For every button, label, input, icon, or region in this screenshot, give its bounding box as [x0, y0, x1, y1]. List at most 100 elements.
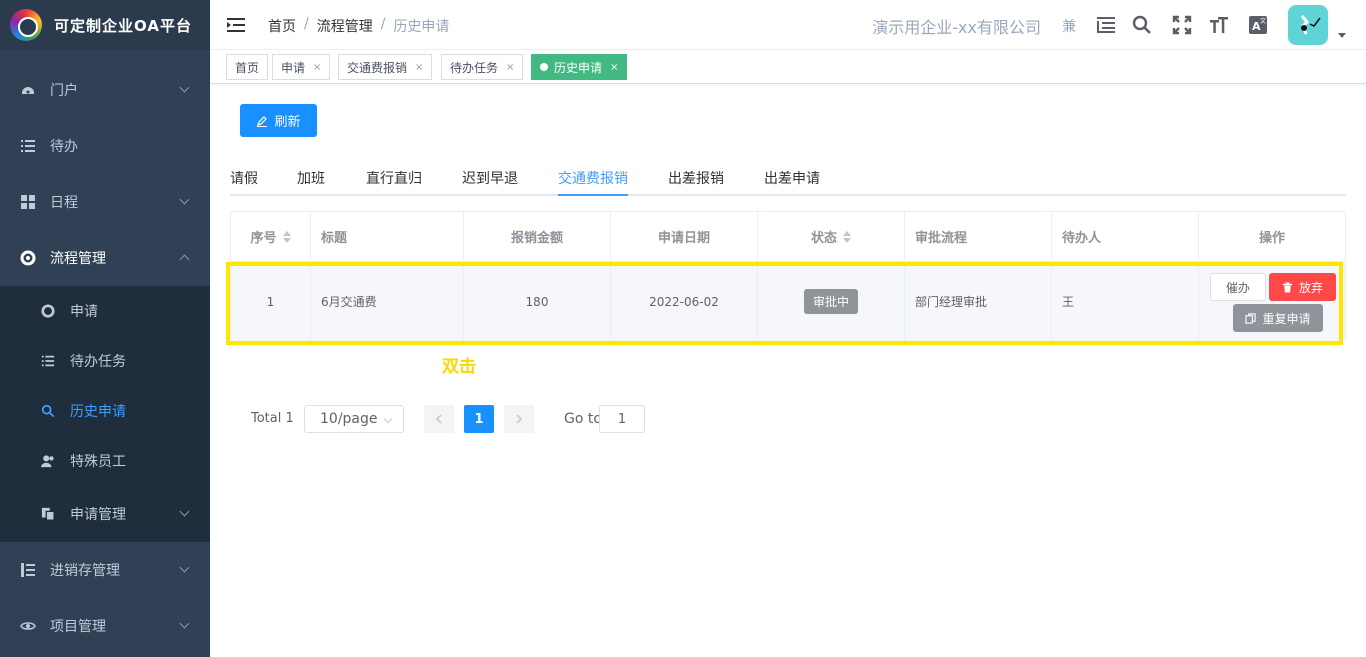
submenu-item-label: 待办任务 [70, 354, 126, 370]
column-header-index[interactable]: 序号 [231, 212, 311, 262]
tab-direct[interactable]: 直行直归 [366, 168, 422, 188]
column-header-assignee: 待办人 [1052, 212, 1199, 262]
next-page-button[interactable] [504, 405, 534, 433]
chevron-down-icon [179, 562, 190, 573]
sort-icon[interactable] [282, 230, 291, 243]
tab-travel-apply[interactable]: 出差申请 [764, 168, 820, 188]
sidebar: 可定制企业OA平台 门户 待办 日程 流程管理 申请 待办任务 历史申请 特殊员… [0, 0, 210, 657]
chevron-down-icon [179, 506, 190, 517]
tag-todo-tasks[interactable]: 待办任务 × [441, 54, 524, 80]
tree-list-icon[interactable] [1095, 14, 1117, 36]
sidebar-item-label: 流程管理 [50, 251, 106, 267]
tag-label: 交通费报销 [347, 60, 408, 75]
submenu-item-todo-tasks[interactable]: 待办任务 [0, 336, 210, 386]
fullscreen-icon[interactable] [1171, 14, 1193, 36]
breadcrumb-separator: / [304, 16, 309, 32]
tab-transport-expense[interactable]: 交通费报销 [558, 168, 628, 188]
submenu-item-apply[interactable]: 申请 [0, 286, 210, 336]
gear-icon [40, 303, 56, 319]
sidebar-item-label: 待办 [50, 139, 78, 155]
tab-active-indicator [558, 194, 628, 196]
tag-apply[interactable]: 申请 × [272, 54, 331, 80]
close-icon[interactable]: × [313, 62, 321, 73]
sidebar-item-portal[interactable]: 门户 [0, 62, 210, 118]
submenu-item-apply-manage[interactable]: 申请管理 [0, 489, 210, 539]
tab-overtime[interactable]: 加班 [297, 168, 325, 188]
company-name: 演示用企业-xx有限公司 [872, 18, 1041, 37]
pagination: Total 1 10/page 1 Go to [251, 405, 651, 433]
chevron-left-icon [435, 414, 442, 424]
gear-icon [20, 250, 36, 266]
column-header-label: 状态 [810, 231, 837, 246]
column-header-flow: 审批流程 [905, 212, 1052, 262]
sidebar-item-todo[interactable]: 待办 [0, 118, 210, 174]
eye-icon [20, 618, 36, 634]
double-click-annotation: 双击 [442, 357, 476, 377]
submenu-item-label: 历史申请 [70, 404, 126, 420]
breadcrumb-workflow[interactable]: 流程管理 [317, 16, 373, 36]
svg-text:文: 文 [1260, 17, 1266, 25]
workflow-submenu: 申请 待办任务 历史申请 特殊员工 申请管理 [0, 286, 210, 542]
breadcrumb-current: 历史申请 [393, 19, 450, 35]
sort-icon[interactable] [843, 230, 851, 243]
column-header-status[interactable]: 状态 [758, 212, 905, 262]
hamburger-icon[interactable] [226, 15, 246, 35]
chevron-right-icon [516, 414, 523, 424]
close-icon[interactable]: × [610, 62, 618, 73]
row-highlight-box [226, 262, 1343, 345]
column-header-actions: 操作 [1199, 212, 1345, 262]
column-header-title: 标题 [311, 212, 464, 262]
list-icon [40, 353, 56, 369]
navbar: 首页 / 流程管理 / 历史申请 演示用企业-xx有限公司 兼 A文 [210, 0, 1366, 50]
font-size-icon[interactable] [1208, 14, 1230, 36]
tag-label: 历史申请 [554, 60, 603, 75]
page-size-value: 10/page [320, 411, 378, 427]
submenu-item-special-staff[interactable]: 特殊员工 [0, 436, 210, 486]
active-dot-icon [540, 63, 548, 71]
tab-travel-expense[interactable]: 出差报销 [668, 168, 724, 188]
pagination-total: Total 1 [251, 411, 294, 426]
avatar[interactable] [1288, 5, 1328, 45]
copy-icon [40, 506, 56, 522]
translate-icon[interactable]: A文 [1247, 14, 1269, 36]
sidebar-item-label: 进销存管理 [50, 563, 120, 579]
close-icon[interactable]: × [415, 62, 423, 73]
prev-page-button[interactable] [424, 405, 454, 433]
search-icon[interactable] [1131, 14, 1153, 36]
close-icon[interactable]: × [506, 62, 514, 73]
category-tabs: 请假 加班 直行直归 迟到早退 交通费报销 出差报销 出差申请 [230, 156, 1346, 196]
sidebar-item-schedule[interactable]: 日程 [0, 174, 210, 230]
submenu-item-history[interactable]: 历史申请 [0, 386, 210, 436]
sidebar-item-inventory[interactable]: 进销存管理 [0, 542, 210, 598]
edit-icon [257, 115, 268, 127]
app-title: 可定制企业OA平台 [54, 16, 192, 35]
search-icon [40, 403, 56, 419]
logo: 可定制企业OA平台 [0, 0, 210, 50]
list-icon [20, 138, 36, 154]
goto-input[interactable] [599, 405, 645, 433]
refresh-label: 刷新 [274, 115, 301, 130]
tag-history[interactable]: 历史申请 × [531, 54, 628, 80]
sidebar-item-label: 日程 [50, 195, 78, 211]
submenu-item-label: 申请 [70, 304, 98, 320]
submenu-item-label: 特殊员工 [70, 454, 126, 470]
chevron-down-icon [179, 82, 190, 93]
tag-transport-expense[interactable]: 交通费报销 × [338, 54, 433, 80]
column-header-label: 序号 [250, 231, 277, 246]
sidebar-item-project[interactable]: 项目管理 [0, 598, 210, 654]
tag-label: 待办任务 [450, 60, 499, 75]
breadcrumb-home[interactable]: 首页 [268, 16, 296, 36]
logo-icon [10, 9, 42, 41]
tag-home[interactable]: 首页 [226, 54, 269, 80]
page-size-select[interactable]: 10/page [304, 405, 404, 433]
tab-leave[interactable]: 请假 [230, 168, 258, 188]
tab-late-early[interactable]: 迟到早退 [462, 168, 518, 188]
caret-down-icon[interactable] [1338, 33, 1346, 38]
tag-label: 申请 [281, 60, 306, 75]
page-number-button[interactable]: 1 [464, 405, 494, 433]
sidebar-item-workflow[interactable]: 流程管理 [0, 230, 210, 286]
dashboard-icon [20, 82, 36, 98]
refresh-button[interactable]: 刷新 [240, 104, 317, 137]
goto-label: Go to [564, 411, 602, 427]
chevron-down-icon [179, 618, 190, 629]
